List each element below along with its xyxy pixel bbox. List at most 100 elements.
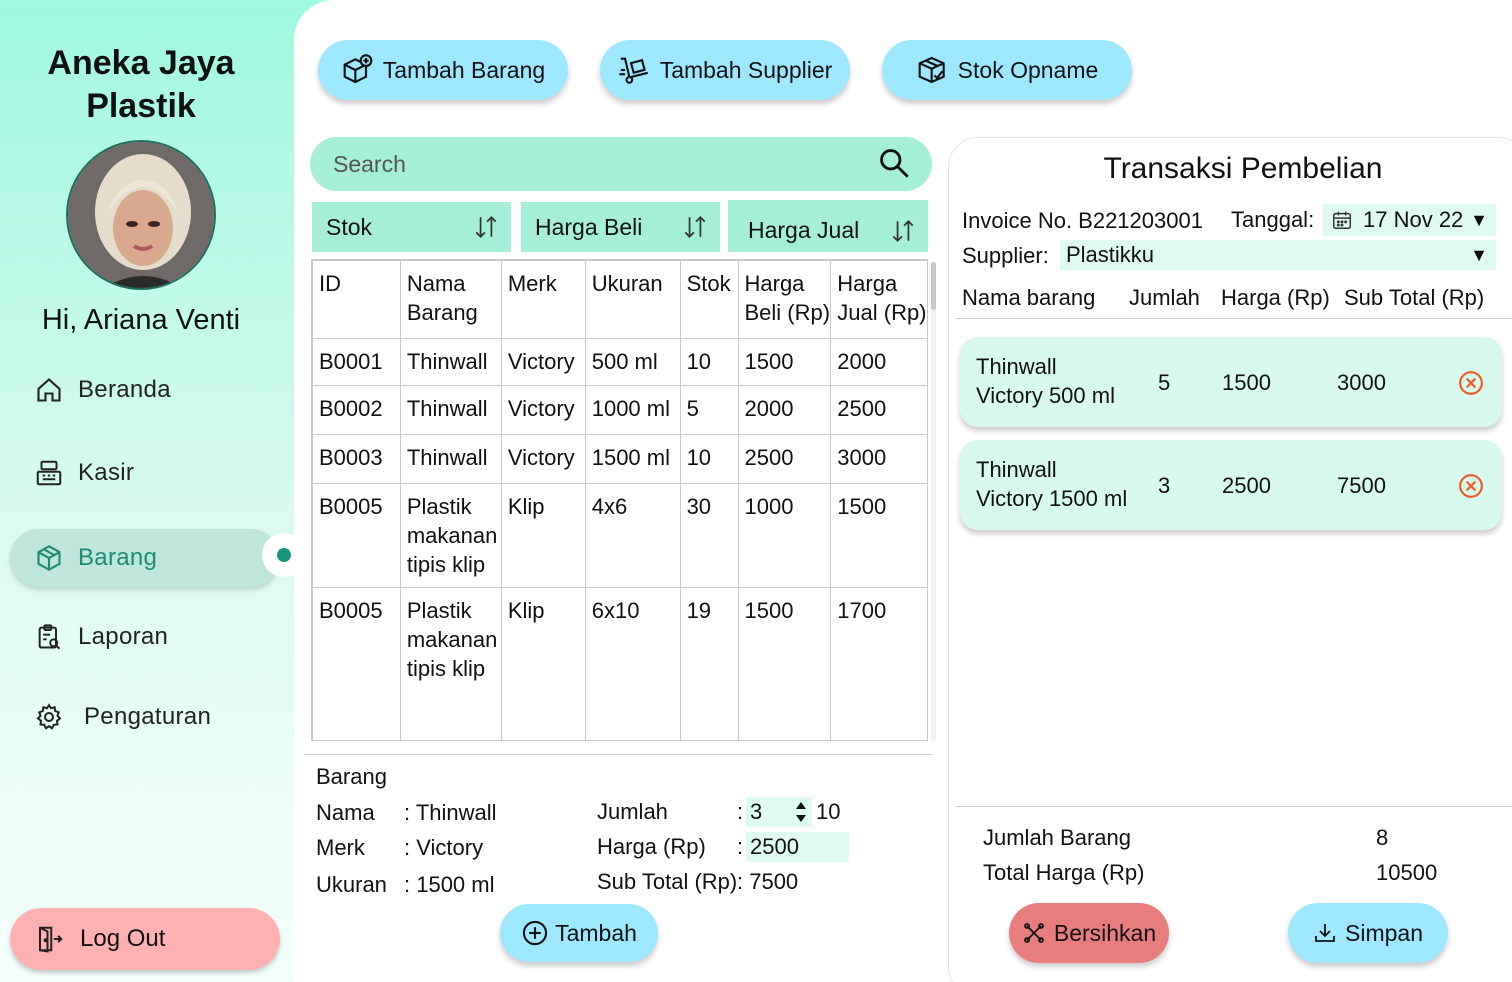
- total-price-value: 10500: [1376, 860, 1438, 885]
- calendar-icon: [1333, 211, 1351, 229]
- clear-button[interactable]: Bersihkan: [1009, 903, 1169, 963]
- cash-register-icon: [34, 458, 64, 488]
- table-row[interactable]: B0002 Thinwall Victory 1000 ml 5 2000 25…: [312, 385, 927, 435]
- table-cell: Victory: [500, 338, 586, 386]
- quantity-label: Jumlah: [597, 799, 668, 824]
- cart-item[interactable]: Thinwall Victory 1500 ml 3 2500 7500: [960, 440, 1502, 530]
- cart-item-price: 1500: [1222, 370, 1271, 395]
- column-header: Ukuran: [584, 260, 681, 339]
- sort-label: Harga Jual: [748, 216, 860, 243]
- table-cell: 19: [679, 587, 739, 740]
- detail-brand-value: : Victory: [404, 835, 484, 860]
- sidebar-item-label: Kasir: [78, 459, 135, 486]
- column-header: Harga Jual (Rp): [830, 260, 927, 339]
- add-supplier-label: Tambah Supplier: [659, 56, 833, 83]
- sort-sell-price-button[interactable]: Harga Jual: [728, 200, 928, 252]
- chevron-down-icon: ▼: [1470, 209, 1488, 230]
- column-header: Nama Barang: [399, 260, 502, 339]
- add-supplier-button[interactable]: Tambah Supplier: [600, 40, 850, 100]
- search-input[interactable]: Search: [333, 151, 406, 178]
- stock-opname-button[interactable]: Stok Opname: [882, 40, 1132, 100]
- sidebar-item-kasir[interactable]: Kasir: [10, 444, 280, 502]
- add-to-cart-label: Tambah: [555, 919, 637, 946]
- cart-item[interactable]: Thinwall Victory 500 ml 5 1500 3000: [960, 337, 1502, 427]
- sidebar-item-barang[interactable]: Barang: [10, 529, 280, 587]
- table-cell: Plastik makanan tipis klip: [399, 587, 502, 740]
- cart-item-qty: 3: [1158, 473, 1171, 498]
- divider: [304, 754, 932, 755]
- sort-arrows-icon: [475, 216, 497, 238]
- clear-label: Bersihkan: [1053, 919, 1157, 946]
- stepper-arrows-icon[interactable]: [794, 798, 808, 826]
- price-value[interactable]: 2500: [750, 834, 799, 860]
- plus-circle-icon: [522, 920, 548, 946]
- total-items-label: Jumlah Barang: [983, 825, 1131, 850]
- subtotal-label: Sub Total (Rp): [597, 869, 738, 894]
- remove-circle-icon[interactable]: [1458, 473, 1484, 499]
- sidebar-item-beranda[interactable]: Beranda: [10, 361, 280, 419]
- add-to-cart-button[interactable]: Tambah: [500, 904, 658, 962]
- table-cell: 1500: [737, 587, 832, 740]
- avatar[interactable]: [66, 140, 216, 290]
- sort-buy-price-button[interactable]: Harga Beli: [521, 202, 720, 252]
- sidebar-item-label: Laporan: [78, 623, 169, 650]
- sidebar-item-label: Pengaturan: [84, 703, 212, 730]
- download-icon: [1315, 924, 1335, 942]
- table-cell: Plastik makanan tipis klip: [399, 483, 502, 588]
- table-row[interactable]: B0001 Thinwall Victory 500 ml 10 1500 20…: [312, 338, 927, 386]
- cart-item-name-line1: Thinwall: [976, 354, 1057, 379]
- table-cell: B0002: [312, 385, 401, 435]
- date-value: 17 Nov 22: [1363, 207, 1464, 232]
- logout-button[interactable]: Log Out: [10, 908, 280, 970]
- quantity-value[interactable]: 3: [750, 799, 762, 825]
- table-cell: B0005: [312, 483, 401, 588]
- gear-icon: [34, 702, 64, 732]
- add-item-button[interactable]: Tambah Barang: [318, 40, 568, 100]
- greeting: Hi, Ariana Venti: [41, 304, 241, 336]
- detail-brand-label: Merk: [316, 835, 365, 860]
- table-cell: Thinwall: [399, 338, 502, 386]
- table-scrollbar-thumb[interactable]: [931, 262, 936, 310]
- cart-header-qty: Jumlah: [1129, 285, 1200, 310]
- cart-header-subtotal: Sub Total (Rp): [1344, 285, 1485, 310]
- table-row[interactable]: B0005 Plastik makanan tipis klip Klip 6x…: [312, 587, 927, 740]
- search-bar[interactable]: Search: [310, 137, 932, 191]
- cart-item-name-line2: Victory 500 ml: [976, 383, 1115, 408]
- cart-item-price: 2500: [1222, 473, 1271, 498]
- clear-x-icon: [1023, 923, 1044, 943]
- colon: :: [737, 799, 744, 824]
- add-box-icon: [341, 53, 375, 87]
- active-dot: [277, 548, 291, 562]
- sort-label: Harga Beli: [535, 213, 643, 240]
- table-row[interactable]: B0005 Plastik makanan tipis klip Klip 4x…: [312, 483, 927, 588]
- sidebar-item-laporan[interactable]: Laporan: [10, 608, 280, 666]
- table-cell: 1700: [830, 587, 927, 740]
- table-scrollbar[interactable]: [931, 262, 936, 740]
- logout-icon: [34, 923, 66, 955]
- table-cell: 2500: [830, 385, 927, 435]
- table-cell: B0001: [312, 338, 401, 386]
- search-icon[interactable]: [878, 147, 912, 181]
- table-row[interactable]: B0003 Thinwall Victory 1500 ml 10 2500 3…: [312, 434, 927, 484]
- sort-stock-button[interactable]: Stok: [312, 202, 511, 252]
- supplier-select[interactable]: Plastikku ▼: [1060, 240, 1496, 270]
- save-button[interactable]: Simpan: [1288, 903, 1448, 963]
- sidebar: Aneka Jaya Plastik Hi, Ariana Venti Bera…: [0, 0, 306, 982]
- hand-truck-icon: [618, 53, 652, 87]
- table-cell: 1500: [737, 338, 832, 386]
- column-header: ID: [312, 260, 401, 339]
- table-cell: 1000: [737, 483, 832, 588]
- table-cell: 1500: [830, 483, 927, 588]
- sidebar-item-pengaturan[interactable]: Pengaturan: [10, 688, 280, 746]
- table-header-row: ID Nama Barang Merk Ukuran Stok Harga Be…: [312, 260, 927, 339]
- box-icon: [34, 543, 64, 573]
- table-cell: 2000: [737, 385, 832, 435]
- remove-circle-icon[interactable]: [1458, 370, 1484, 396]
- save-label: Simpan: [1345, 919, 1423, 946]
- date-label: Tanggal:: [1231, 207, 1315, 232]
- date-picker[interactable]: 17 Nov 22 ▼: [1323, 204, 1496, 236]
- report-icon: [34, 622, 64, 652]
- table-cell: 1000 ml: [584, 385, 681, 435]
- detail-size-value: : 1500 ml: [404, 872, 495, 897]
- total-price-label: Total Harga (Rp): [983, 860, 1145, 885]
